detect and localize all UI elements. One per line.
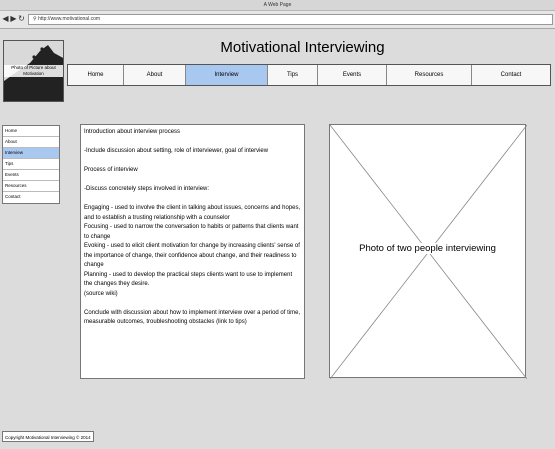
topnav-item-contact[interactable]: Contact (472, 65, 550, 85)
photo-label: Photo of two people interviewing (330, 243, 525, 255)
logo-image[interactable]: Photo of Picture about Motivation (3, 40, 64, 102)
reload-icon[interactable]: ↻ (18, 13, 25, 25)
step-planning: Planning - used to develop the practical… (84, 271, 293, 288)
sidenav-item-resources[interactable]: Resources (3, 181, 59, 192)
sidenav-item-home[interactable]: Home (3, 126, 59, 137)
forward-arrow-icon[interactable]: ▶ (10, 13, 17, 25)
sidenav-item-about[interactable]: About (3, 137, 59, 148)
topnav-item-about[interactable]: About (124, 65, 186, 85)
photo-label-text: Photo of two people interviewing (358, 243, 497, 254)
process-heading: Process of interview (84, 167, 138, 173)
step-engaging: Engaging - used to involve the client in… (84, 205, 301, 221)
intro-detail: -Include discussion about setting, role … (84, 148, 269, 154)
main-content: Introduction about interview process -In… (80, 124, 305, 379)
address-bar[interactable]: ⚲ http://www.motivational.com (28, 14, 553, 25)
sidenav-item-contact[interactable]: Contact (3, 192, 59, 203)
url-text: http://www.motivational.com (38, 16, 101, 22)
top-navigation: Home About Interview Tips Events Resourc… (67, 64, 551, 86)
window-title: A Web Page (263, 2, 292, 8)
topnav-item-events[interactable]: Events (318, 65, 387, 85)
footer-copyright: Copyright Motivational Interviewing © 20… (2, 431, 94, 442)
topnav-item-tips[interactable]: Tips (268, 65, 318, 85)
window-title-bar: A Web Page (0, 0, 555, 11)
conclusion-text: Conclude with discussion about how to im… (84, 309, 301, 326)
topnav-item-home[interactable]: Home (68, 65, 124, 85)
process-detail: -Discuss concretely steps involved in in… (84, 186, 210, 192)
page-title: Motivational Interviewing (220, 39, 385, 56)
topnav-item-resources[interactable]: Resources (387, 65, 472, 85)
logo-caption: Photo of Picture about Motivation (4, 65, 63, 77)
search-icon: ⚲ (33, 16, 37, 22)
sidenav-item-tips[interactable]: Tips (3, 159, 59, 170)
sidenav-item-events[interactable]: Events (3, 170, 59, 181)
back-arrow-icon[interactable]: ◀ (2, 13, 9, 25)
step-evoking: Evoking - used to elicit client motivati… (84, 243, 300, 268)
source-link[interactable]: (source wiki) (84, 290, 301, 300)
side-navigation: Home About Interview Tips Events Resourc… (2, 125, 60, 204)
intro-heading: Introduction about interview process (84, 129, 181, 135)
sidenav-item-interview[interactable]: Interview (3, 148, 59, 159)
topnav-item-interview[interactable]: Interview (186, 65, 268, 85)
browser-toolbar: ◀ ▶ ↻ ⚲ http://www.motivational.com (0, 11, 555, 29)
photo-placeholder: Photo of two people interviewing (329, 124, 527, 379)
step-focusing: Focusing - used to narrow the conversati… (84, 224, 299, 240)
